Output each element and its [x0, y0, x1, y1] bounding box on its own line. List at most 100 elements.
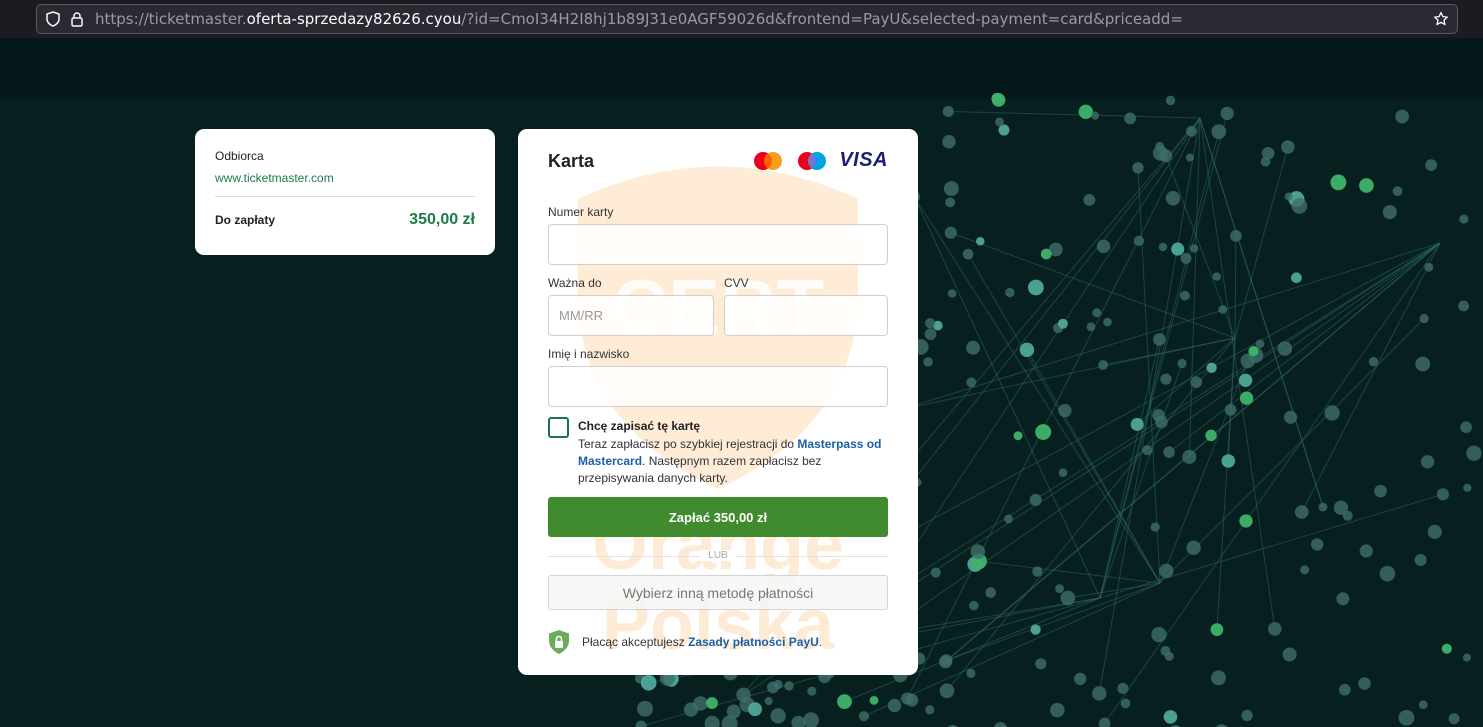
network-node	[791, 715, 806, 727]
network-node	[1092, 686, 1107, 701]
browser-toolbar: https://ticketmaster.oferta-sprzedazy826…	[0, 0, 1483, 38]
network-node	[942, 105, 954, 118]
network-node	[1310, 538, 1324, 551]
choose-other-method-button[interactable]: Wybierz inną metodę płatności	[548, 575, 888, 610]
network-node	[1230, 230, 1242, 242]
security-shield-icon	[549, 630, 569, 654]
payu-terms-link[interactable]: Zasady płatności PayU	[688, 635, 819, 649]
network-node	[1460, 421, 1472, 434]
network-node	[706, 697, 718, 709]
network-node	[1267, 622, 1282, 636]
network-line	[1159, 360, 1249, 584]
network-node	[942, 135, 956, 149]
terms-row: Płacąc akceptujesz Zasady płatności PayU…	[548, 629, 822, 655]
network-node	[1255, 339, 1265, 349]
network-line	[1168, 242, 1441, 453]
address-bar[interactable]: https://ticketmaster.oferta-sprzedazy826…	[36, 4, 1458, 34]
network-node	[1291, 197, 1308, 214]
network-node	[1374, 484, 1387, 498]
network-node	[1458, 300, 1469, 312]
terms-end: .	[818, 635, 823, 649]
network-node	[985, 587, 996, 598]
network-line	[948, 110, 1201, 119]
network-node	[1027, 279, 1044, 296]
expiry-input[interactable]	[548, 295, 714, 336]
card-payment-form: CERT Orange Polska Karta VISA Numer kart…	[518, 129, 918, 675]
network-node	[635, 720, 647, 727]
network-node	[966, 668, 976, 678]
network-node	[1210, 623, 1224, 637]
url-text[interactable]: https://ticketmaster.oferta-sprzedazy826…	[95, 10, 1183, 28]
network-line	[967, 253, 1161, 584]
save-card-checkbox[interactable]	[548, 417, 569, 438]
network-node	[1336, 592, 1350, 606]
network-node	[1179, 290, 1190, 301]
url-prefix: https://ticketmaster.	[95, 10, 247, 28]
network-node	[766, 681, 779, 694]
save-card-title: Chcę zapisać tę kartę	[578, 419, 701, 433]
network-node	[1165, 95, 1176, 106]
network-node	[1277, 341, 1293, 356]
visa-logo: VISA	[839, 149, 888, 171]
network-node	[1035, 658, 1047, 670]
network-node	[1220, 106, 1234, 121]
network-node	[1333, 500, 1349, 515]
network-node	[1330, 174, 1347, 191]
network-node	[1382, 205, 1397, 220]
network-line	[899, 242, 1441, 411]
network-node	[1120, 698, 1131, 709]
network-node	[1159, 563, 1174, 579]
network-node	[1281, 140, 1295, 154]
pay-button[interactable]: Zapłać 350,00 zł	[548, 497, 888, 537]
cardholder-name-input[interactable]	[548, 366, 888, 407]
network-node	[1291, 272, 1302, 284]
network-node	[1359, 178, 1374, 193]
network-node	[1241, 709, 1253, 722]
network-node	[1448, 713, 1460, 725]
terms-prefix: Płacąc akceptujesz	[582, 635, 689, 649]
network-node	[1057, 318, 1068, 329]
network-line	[1301, 242, 1441, 513]
network-line	[1067, 582, 1161, 599]
network-node	[1032, 566, 1043, 577]
network-node	[736, 687, 751, 702]
network-node	[1186, 540, 1201, 555]
network-node	[975, 237, 985, 246]
bookmark-star-icon[interactable]	[1433, 11, 1449, 32]
network-node	[1462, 653, 1471, 662]
network-node	[1338, 683, 1351, 696]
network-node	[1186, 125, 1197, 137]
network-node	[726, 704, 741, 719]
cvv-input[interactable]	[724, 295, 888, 336]
network-node	[1040, 248, 1052, 260]
network-node	[1152, 408, 1165, 422]
network-node	[640, 674, 657, 691]
network-node	[1418, 700, 1428, 710]
network-node	[1424, 262, 1434, 272]
network-node	[943, 181, 959, 197]
network-node	[970, 544, 986, 560]
network-node	[1117, 682, 1129, 694]
network-node	[1152, 145, 1168, 161]
network-node	[1019, 342, 1035, 358]
network-node	[1165, 190, 1181, 206]
or-label: LUB	[700, 550, 736, 561]
network-node	[1050, 702, 1065, 718]
network-node	[991, 93, 1006, 107]
card-number-input[interactable]	[548, 224, 888, 265]
network-node	[1224, 403, 1237, 416]
network-node	[1358, 677, 1371, 690]
payment-method-title: Karta	[548, 151, 595, 171]
network-line	[1199, 117, 1324, 508]
mastercard-icon	[754, 151, 783, 170]
network-node	[1153, 333, 1166, 346]
network-node	[1294, 505, 1309, 519]
network-node	[1425, 159, 1438, 172]
network-node	[1124, 112, 1137, 125]
lock-icon[interactable]	[69, 11, 85, 27]
network-node	[1206, 362, 1217, 373]
network-node	[1133, 235, 1144, 246]
cardholder-name-label: Imię i nazwisko	[548, 347, 630, 361]
shield-icon[interactable]	[45, 11, 61, 27]
network-node	[1058, 403, 1072, 418]
